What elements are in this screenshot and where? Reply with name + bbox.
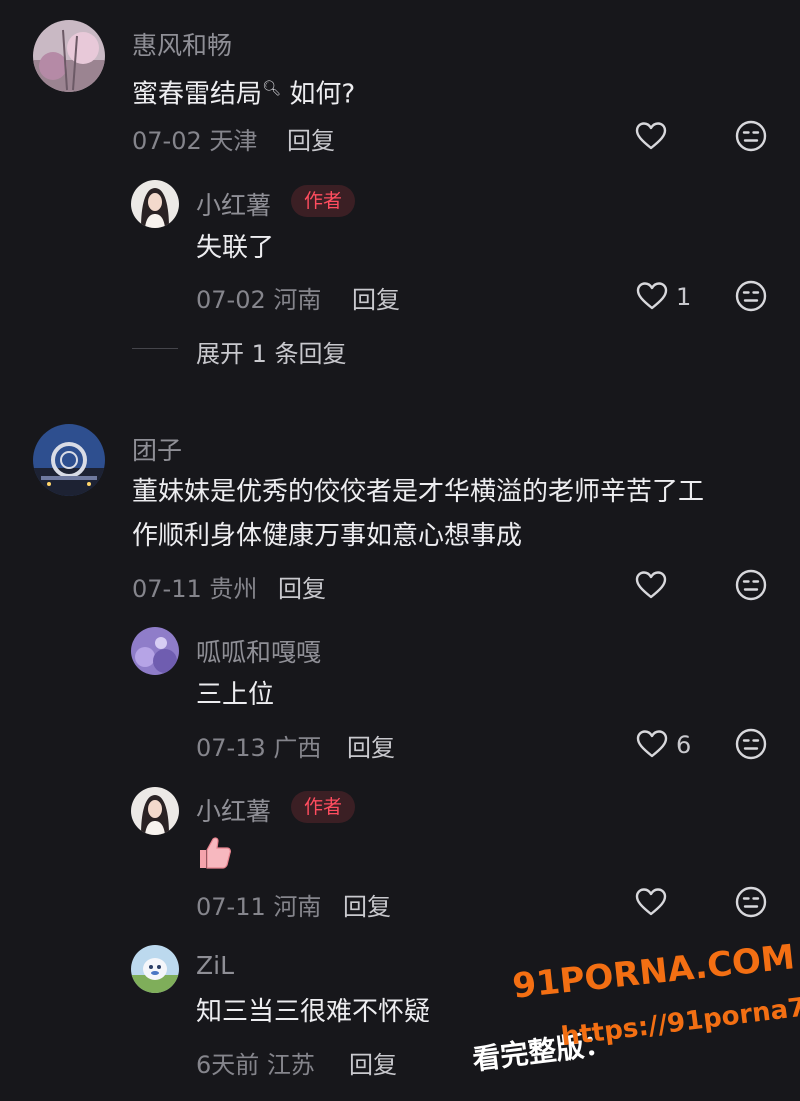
avatar-image xyxy=(131,787,179,835)
avatar-image xyxy=(33,424,105,496)
heart-icon[interactable] xyxy=(636,281,668,311)
avatar[interactable] xyxy=(131,787,179,835)
author-badge: 作者 xyxy=(291,791,356,823)
comment-text-line: 董妹妹是优秀的佼佼者是才华横溢的老师辛苦了工 xyxy=(132,477,705,507)
reply-button[interactable]: 回复 xyxy=(352,280,400,315)
reply-meta: 07-11 河南 xyxy=(196,887,321,922)
divider xyxy=(132,348,178,349)
reply-username[interactable]: 小红薯 xyxy=(196,186,271,222)
heart-icon[interactable] xyxy=(635,887,667,917)
avatar-image xyxy=(33,20,105,92)
avatar-image xyxy=(131,180,179,228)
watermark-brand: 91PORNA.COM xyxy=(510,937,797,1007)
expand-replies-button[interactable]: 展开 1 条回复 xyxy=(196,334,347,369)
avatar[interactable] xyxy=(131,627,179,675)
heart-icon[interactable] xyxy=(636,729,668,759)
comment-username[interactable]: 团子 xyxy=(132,431,182,467)
comment-text: 蜜春雷结局🔍︎ 如何? xyxy=(132,66,355,117)
comment-meta: 07-11 贵州 xyxy=(132,569,257,604)
comment-text-tail: 如何? xyxy=(289,79,356,110)
like-count: 6 xyxy=(676,731,692,759)
reply-username[interactable]: 呱呱和嘎嘎 xyxy=(196,633,321,669)
reply-date: 07-13 xyxy=(196,734,266,762)
reply-username[interactable]: ZiL xyxy=(196,951,234,980)
reply-button[interactable]: 回复 xyxy=(278,569,326,604)
reply-date: 07-11 xyxy=(196,893,266,921)
comment-text-line: 作顺利身体健康万事如意心想事成 xyxy=(132,521,523,551)
reply-button[interactable]: 回复 xyxy=(349,1045,397,1080)
heart-icon[interactable] xyxy=(635,121,667,151)
comment-username[interactable]: 惠风和畅 xyxy=(132,26,232,62)
emoji-face-icon[interactable] xyxy=(735,728,767,760)
emoji-face-icon[interactable] xyxy=(735,120,767,152)
reply-button[interactable]: 回复 xyxy=(343,887,391,922)
like-count: 1 xyxy=(676,283,692,311)
author-badge: 作者 xyxy=(291,185,356,217)
reply-date: 07-02 xyxy=(196,286,266,314)
reply-text: 三上位 xyxy=(196,680,275,710)
reply-meta: 07-13 广西 xyxy=(196,728,321,763)
heart-icon[interactable] xyxy=(635,570,667,600)
comment-location: 天津 xyxy=(209,127,258,155)
reply-location: 河南 xyxy=(273,893,322,921)
emoji-face-icon[interactable] xyxy=(735,886,767,918)
comment-text-main: 蜜春雷结局 xyxy=(132,79,263,110)
comment-meta: 07-02 天津 xyxy=(132,121,257,156)
comment-date: 07-02 xyxy=(132,127,202,155)
reply-meta: 07-02 河南 xyxy=(196,280,321,315)
avatar[interactable] xyxy=(131,180,179,228)
thumbs-up-emoji xyxy=(196,836,232,870)
reply-button[interactable]: 回复 xyxy=(347,728,395,763)
avatar-image xyxy=(131,945,179,993)
reply-text: 知三当三很难不怀疑 xyxy=(196,997,431,1027)
emoji-face-icon[interactable] xyxy=(735,569,767,601)
emoji-face-icon[interactable] xyxy=(735,280,767,312)
avatar-image xyxy=(131,627,179,675)
reply-username[interactable]: 小红薯 xyxy=(196,792,271,828)
comment-date: 07-11 xyxy=(132,575,202,603)
reply-location: 广西 xyxy=(273,734,322,762)
avatar[interactable] xyxy=(33,424,105,496)
reply-location: 江苏 xyxy=(266,1051,315,1079)
avatar[interactable] xyxy=(33,20,105,92)
reply-location: 河南 xyxy=(273,286,322,314)
comment-location: 贵州 xyxy=(209,575,258,603)
reply-text: 失联了 xyxy=(196,233,275,263)
reply-meta: 6天前 江苏 xyxy=(196,1045,315,1080)
avatar[interactable] xyxy=(131,945,179,993)
search-icon[interactable]: 🔍︎ xyxy=(262,79,281,97)
reply-date: 6天前 xyxy=(196,1051,260,1079)
reply-button[interactable]: 回复 xyxy=(287,121,335,156)
